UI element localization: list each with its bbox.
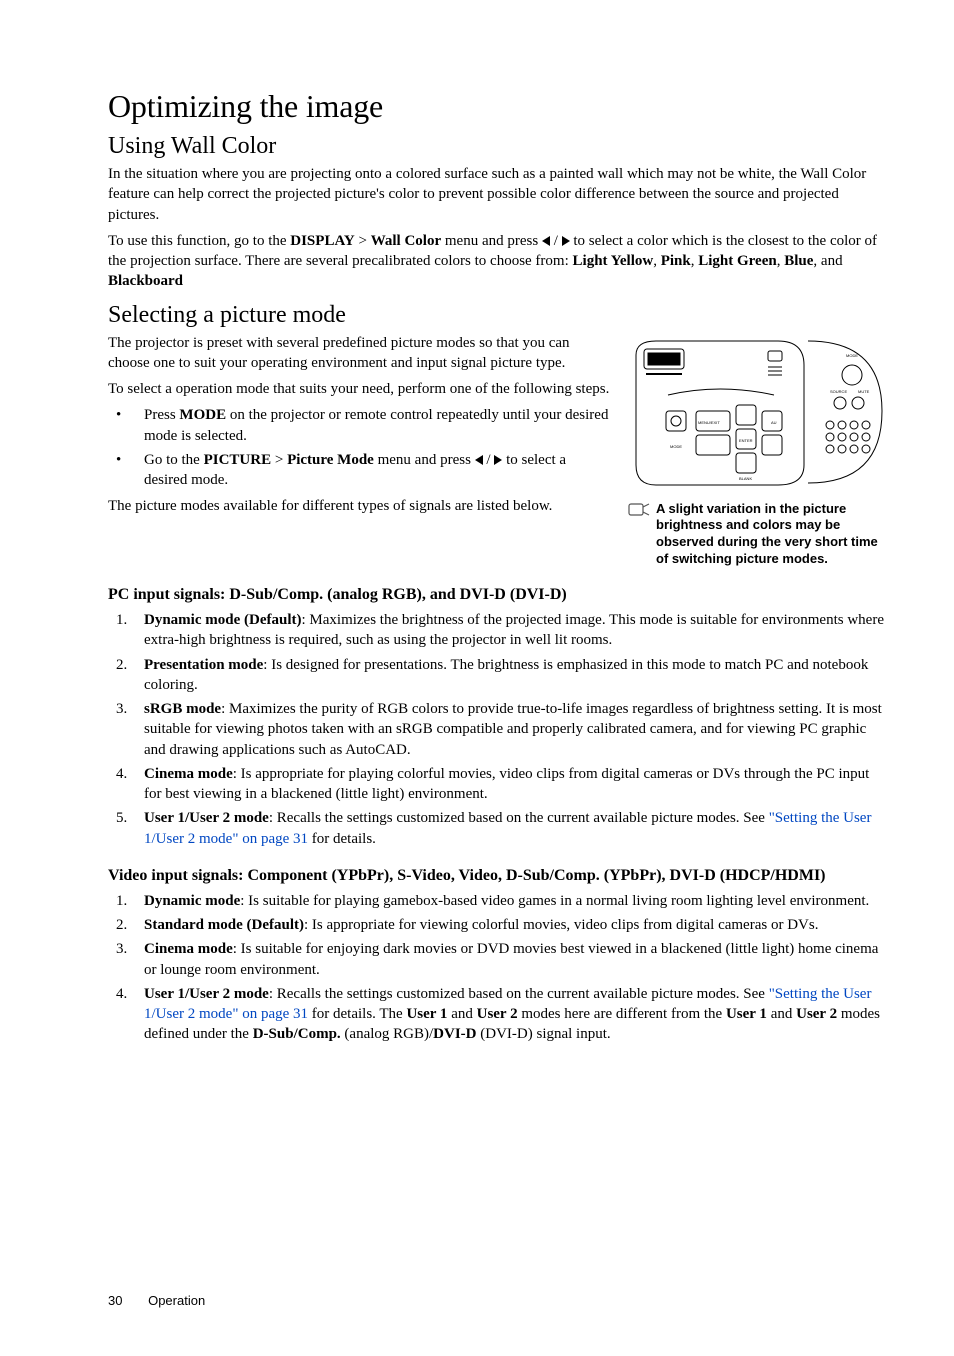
- svg-text:MODE: MODE: [846, 353, 858, 358]
- svg-text:AU: AU: [771, 420, 777, 425]
- right-arrow-icon: [562, 236, 570, 246]
- list-item: 5.User 1/User 2 mode: Recalls the settin…: [144, 808, 884, 849]
- svg-text:MODE: MODE: [670, 444, 682, 449]
- list-item: Go to the PICTURE > Picture Mode menu an…: [144, 450, 610, 491]
- page-title: Optimizing the image: [108, 88, 884, 125]
- list-item: 4.User 1/User 2 mode: Recalls the settin…: [144, 984, 884, 1045]
- paragraph: The projector is preset with several pre…: [108, 333, 610, 374]
- svg-text:MENU/EXIT: MENU/EXIT: [698, 420, 720, 425]
- heading-picture-mode: Selecting a picture mode: [108, 302, 884, 329]
- paragraph: In the situation where you are projectin…: [108, 164, 884, 225]
- paragraph: To use this function, go to the DISPLAY …: [108, 231, 884, 292]
- heading-video-signals: Video input signals: Component (YPbPr), …: [108, 867, 884, 885]
- list-item: 2.Presentation mode: Is designed for pre…: [144, 655, 884, 696]
- svg-text:SOURCE: SOURCE: [830, 389, 847, 394]
- left-arrow-icon: [542, 236, 550, 246]
- svg-text:ENTER: ENTER: [739, 438, 753, 443]
- list-item: 2.Standard mode (Default): Is appropriat…: [144, 915, 884, 935]
- heading-pc-signals: PC input signals: D-Sub/Comp. (analog RG…: [108, 586, 884, 604]
- svg-text:BLANK: BLANK: [739, 476, 752, 481]
- heading-wall-color: Using Wall Color: [108, 133, 884, 160]
- device-diagram: MENU/EXIT AU MODE ENTER BLANK MODE SOURC…: [628, 333, 884, 491]
- note-icon: [628, 501, 650, 522]
- list-item: 3.Cinema mode: Is suitable for enjoying …: [144, 939, 884, 980]
- list-item: 3.sRGB mode: Maximizes the purity of RGB…: [144, 699, 884, 760]
- paragraph: The picture modes available for differen…: [108, 496, 610, 516]
- list-item: 1.Dynamic mode: Is suitable for playing …: [144, 891, 884, 911]
- list-item: 4.Cinema mode: Is appropriate for playin…: [144, 764, 884, 805]
- page-number: 30: [108, 1293, 122, 1308]
- right-arrow-icon: [494, 455, 502, 465]
- svg-text:MUTE: MUTE: [858, 389, 870, 394]
- footer-section: Operation: [148, 1293, 205, 1308]
- note: A slight variation in the picture bright…: [628, 501, 884, 569]
- list-item: 1.Dynamic mode (Default): Maximizes the …: [144, 610, 884, 651]
- paragraph: To select a operation mode that suits yo…: [108, 379, 610, 399]
- note-text: A slight variation in the picture bright…: [656, 501, 884, 569]
- page-footer: 30 Operation: [108, 1293, 205, 1308]
- left-arrow-icon: [475, 455, 483, 465]
- list-item: Press MODE on the projector or remote co…: [144, 405, 610, 446]
